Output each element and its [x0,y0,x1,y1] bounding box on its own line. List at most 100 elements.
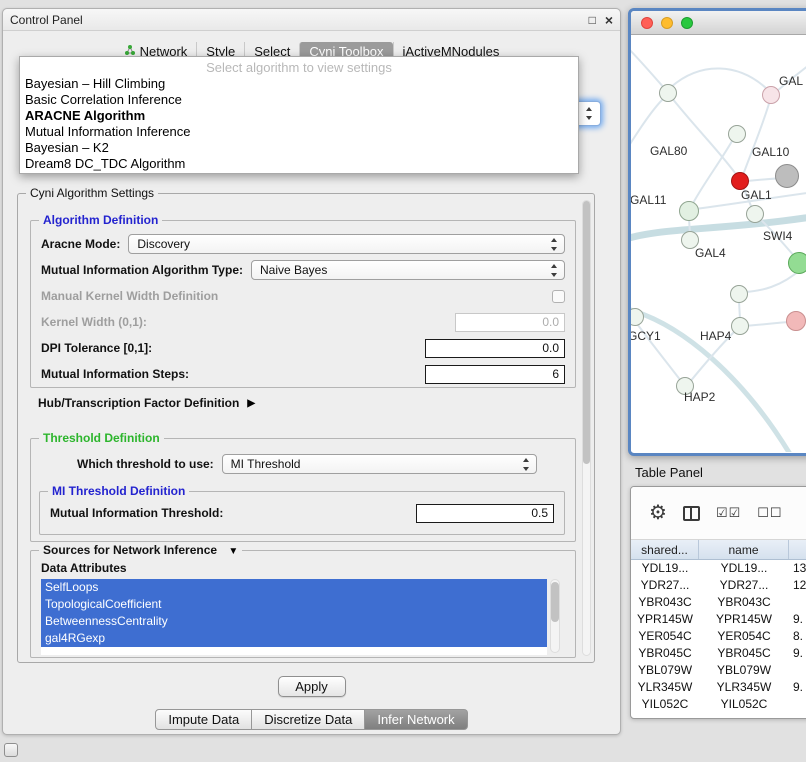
bottom-tabs: Impute Data Discretize Data Infer Networ… [3,709,620,730]
sources-group-title[interactable]: Sources for Network Inference ▼ [39,543,242,557]
cell: YBR045C [699,645,789,662]
gear-icon[interactable]: ⚙ [649,503,667,523]
network-node[interactable] [659,84,677,102]
attribute-item[interactable]: SelfLoops [41,579,547,596]
manual-kernel-checkbox[interactable] [552,290,565,303]
deselect-columns-icon[interactable]: ☐☐ [757,505,782,521]
kernel-width-field[interactable]: 0.0 [455,313,565,332]
table-row[interactable]: YDL19...YDL19...13 [631,560,806,577]
apply-button[interactable]: Apply [278,676,346,697]
cell: YLR345W [699,679,789,696]
attribute-item[interactable]: gal4RGexp [41,630,547,647]
kernel-width-row: Kernel Width (0,1): 0.0 [31,309,575,335]
network-node-label: SWI4 [763,229,792,243]
scrollbar-thumb[interactable] [551,582,559,622]
which-threshold-value: MI Threshold [231,457,301,471]
manual-kernel-label: Manual Kernel Width Definition [41,289,218,303]
table-row[interactable]: YER054CYER054C8. [631,628,806,645]
table-row[interactable]: YDR27...YDR27...12 [631,577,806,594]
cell: YER054C [631,628,699,645]
algorithm-option-selected[interactable]: ARACNE Algorithm [20,108,578,124]
combo-stepper-icon [583,106,596,121]
network-node[interactable] [728,125,746,143]
select-columns-icon[interactable]: ☑☑ [716,505,741,521]
algorithm-option[interactable]: Bayesian – Hill Climbing [20,76,578,92]
attribute-item[interactable]: BetweennessCentrality [41,613,547,630]
expand-arrow-icon[interactable]: ▶ [247,398,255,409]
attribute-item[interactable]: TopologicalCoefficient [41,596,547,613]
float-window-icon[interactable]: □ [589,14,596,26]
mi-steps-label: Mutual Information Steps: [41,367,189,381]
control-panel-dock-icon[interactable] [4,743,18,757]
network-node-label: HAP2 [684,390,715,404]
network-node-label: GAL10 [752,145,789,159]
network-node[interactable] [730,285,748,303]
aracne-mode-select[interactable]: Discovery [128,234,565,254]
mi-threshold-label: Mutual Information Threshold: [50,506,223,520]
network-node-gal11[interactable] [679,201,699,221]
zoom-button[interactable] [681,17,693,29]
which-threshold-select[interactable]: MI Threshold [222,454,537,474]
network-node[interactable] [775,164,799,188]
table-row[interactable]: YBR045CYBR045C9. [631,645,806,662]
tab-impute-data[interactable]: Impute Data [155,709,252,730]
network-node[interactable] [762,86,780,104]
algorithm-definition-group: Algorithm Definition Aracne Mode: Discov… [30,220,576,388]
settings-group-title: Cyni Algorithm Settings [26,186,158,200]
table-row[interactable]: YBR043CYBR043C [631,594,806,611]
collapse-arrow-icon[interactable]: ▼ [228,546,238,557]
cell: 9. [789,611,806,628]
aracne-mode-label: Aracne Mode: [41,237,120,251]
manual-kernel-row: Manual Kernel Width Definition [31,283,575,309]
column-header-shared-name[interactable]: shared... [631,540,699,559]
table-panel-window: ⚙ ☑☑ ☐☐ shared... name YDL19...YDL19...1… [630,486,806,719]
cell: 9. [789,679,806,696]
tab-discretize-data[interactable]: Discretize Data [252,709,365,730]
network-node-label: GAL [779,74,803,88]
mi-steps-row: Mutual Information Steps: 6 [31,361,575,387]
algorithm-option[interactable]: Basic Correlation Inference [20,92,578,108]
sources-group: Sources for Network Inference ▼ Data Att… [30,550,576,658]
table-row[interactable]: YIL052CYIL052C [631,696,806,713]
algorithm-option[interactable]: Mutual Information Inference [20,124,578,140]
cell: 9. [789,645,806,662]
columns-icon[interactable] [683,506,700,521]
settings-scrollbar[interactable] [582,200,591,656]
cell: YBL079W [699,662,789,679]
combo-stepper-icon [548,237,561,252]
algorithm-option[interactable]: Dream8 DC_TDC Algorithm [20,156,578,172]
column-header-name[interactable]: name [699,540,789,559]
scrollbar-thumb[interactable] [583,201,590,464]
network-edges [631,35,806,452]
network-node-gal1[interactable] [746,205,764,223]
close-button[interactable] [641,17,653,29]
mi-threshold-definition-group: MI Threshold Definition Mutual Informati… [39,491,565,535]
algorithm-dropdown-popup: Select algorithm to view settings Bayesi… [19,56,579,174]
cell: YER054C [699,628,789,645]
algorithm-option[interactable]: Bayesian – K2 [20,140,578,156]
column-header[interactable] [789,540,806,559]
cyni-algorithm-settings-group: Cyni Algorithm Settings Algorithm Defini… [17,193,595,663]
cell: YBR043C [631,594,699,611]
mi-threshold-field[interactable]: 0.5 [416,504,554,523]
mi-type-select[interactable]: Naive Bayes [251,260,565,280]
close-icon[interactable]: × [605,14,613,26]
cell: YIL052C [631,696,699,713]
table-row[interactable]: YPR145WYPR145W9. [631,611,806,628]
table-row[interactable]: YBL079WYBL079W [631,662,806,679]
network-node-hap4[interactable] [731,317,749,335]
network-node[interactable] [786,311,806,331]
network-node[interactable] [788,252,806,274]
aracne-mode-row: Aracne Mode: Discovery [31,231,575,257]
dpi-tolerance-field[interactable]: 0.0 [425,339,565,358]
mi-steps-field[interactable]: 6 [425,365,565,384]
mi-threshold-row: Mutual Information Threshold: 0.5 [40,493,564,533]
network-node-label: GCY1 [631,329,661,343]
network-canvas[interactable]: GAL80 GAL10 GAL11 GAL1 SWI4 GAL4 GCY1 HA… [631,35,806,452]
table-panel-title: Table Panel [635,465,703,480]
table-row[interactable]: YLR345WYLR345W9. [631,679,806,696]
tab-infer-network[interactable]: Infer Network [365,709,467,730]
hub-definition-toggle[interactable]: Hub/Transcription Factor Definition ▶ [38,396,255,410]
minimize-button[interactable] [661,17,673,29]
attributes-list-scrollbar[interactable] [550,579,560,653]
